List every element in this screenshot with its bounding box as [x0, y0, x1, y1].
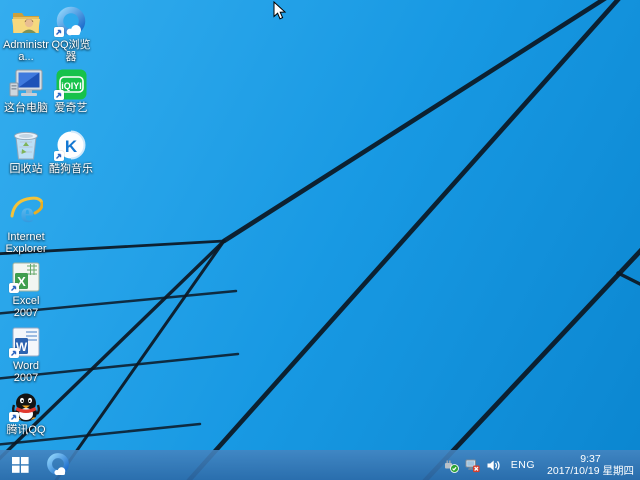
start-button[interactable]	[0, 450, 40, 480]
desktop-icon-excel-2007[interactable]: X Excel 2007	[3, 261, 49, 319]
icon-label: 爱奇艺	[54, 102, 88, 114]
taskbar-clock[interactable]: 9:37 2017/10/19 星期四	[545, 453, 636, 477]
desktop-icon-internet-explorer[interactable]: e Internet Explorer	[3, 193, 49, 255]
recycle-bin-icon	[14, 131, 38, 160]
icon-label: QQ浏览器	[51, 39, 91, 63]
icon-label: Internet Explorer	[5, 231, 47, 255]
qq-browser-icon	[47, 453, 69, 476]
clock-time: 9:37	[580, 453, 601, 465]
computer-icon	[9, 69, 43, 97]
icon-label: 回收站	[9, 163, 43, 175]
desktop-icon-this-pc[interactable]: 这台电脑	[3, 68, 49, 114]
icon-label: 酷狗音乐	[49, 163, 93, 175]
volume-icon[interactable]	[486, 458, 501, 473]
user-folder-icon	[12, 13, 40, 33]
wallpaper-beams	[0, 0, 640, 480]
taskbar: ENG 9:37 2017/10/19 星期四	[0, 450, 640, 480]
taskbar-qq-browser-button[interactable]	[40, 450, 76, 480]
iqiyi-logo-text: iQIYI	[61, 81, 82, 91]
icon-label: Excel 2007	[12, 295, 40, 319]
desktop-icon-qq-browser[interactable]: QQ浏览器	[48, 5, 94, 63]
safely-remove-hardware-icon[interactable]	[444, 458, 459, 473]
windows-logo-icon	[11, 457, 29, 473]
wallpaper	[0, 0, 640, 480]
mouse-cursor	[273, 1, 287, 20]
system-tray: ENG 9:37 2017/10/19 星期四	[444, 450, 640, 480]
language-indicator[interactable]: ENG	[507, 459, 539, 471]
shortcut-arrow-icon	[9, 348, 19, 358]
desktop-icon-iqiyi[interactable]: iQIYI 爱奇艺	[48, 68, 94, 114]
desktop-icon-recycle-bin[interactable]: 回收站	[3, 129, 49, 175]
icon-label: Word 2007	[12, 360, 40, 384]
kugou-logo-text: K	[65, 137, 78, 156]
network-disconnected-icon[interactable]	[465, 458, 480, 473]
desktop-icon-kugou-music[interactable]: K 酷狗音乐	[48, 129, 94, 175]
shortcut-arrow-icon	[9, 283, 19, 293]
icon-label: 腾讯QQ	[6, 424, 46, 436]
desktop-icon-administrator[interactable]: Administra...	[3, 5, 49, 63]
shortcut-arrow-icon	[54, 90, 64, 100]
shortcut-arrow-icon	[54, 151, 64, 161]
shortcut-arrow-icon	[9, 412, 19, 422]
clock-date: 2017/10/19 星期四	[547, 465, 634, 477]
desktop[interactable]: Administra... 这台电脑 回收站 e Internet Explor…	[0, 0, 640, 480]
internet-explorer-icon: e	[10, 196, 43, 229]
desktop-icon-word-2007[interactable]: W Word 2007	[3, 326, 49, 384]
icon-label: Administra...	[3, 39, 49, 63]
icon-label: 这台电脑	[4, 102, 48, 114]
desktop-icon-tencent-qq[interactable]: 腾讯QQ	[3, 390, 49, 436]
shortcut-arrow-icon	[54, 27, 64, 37]
